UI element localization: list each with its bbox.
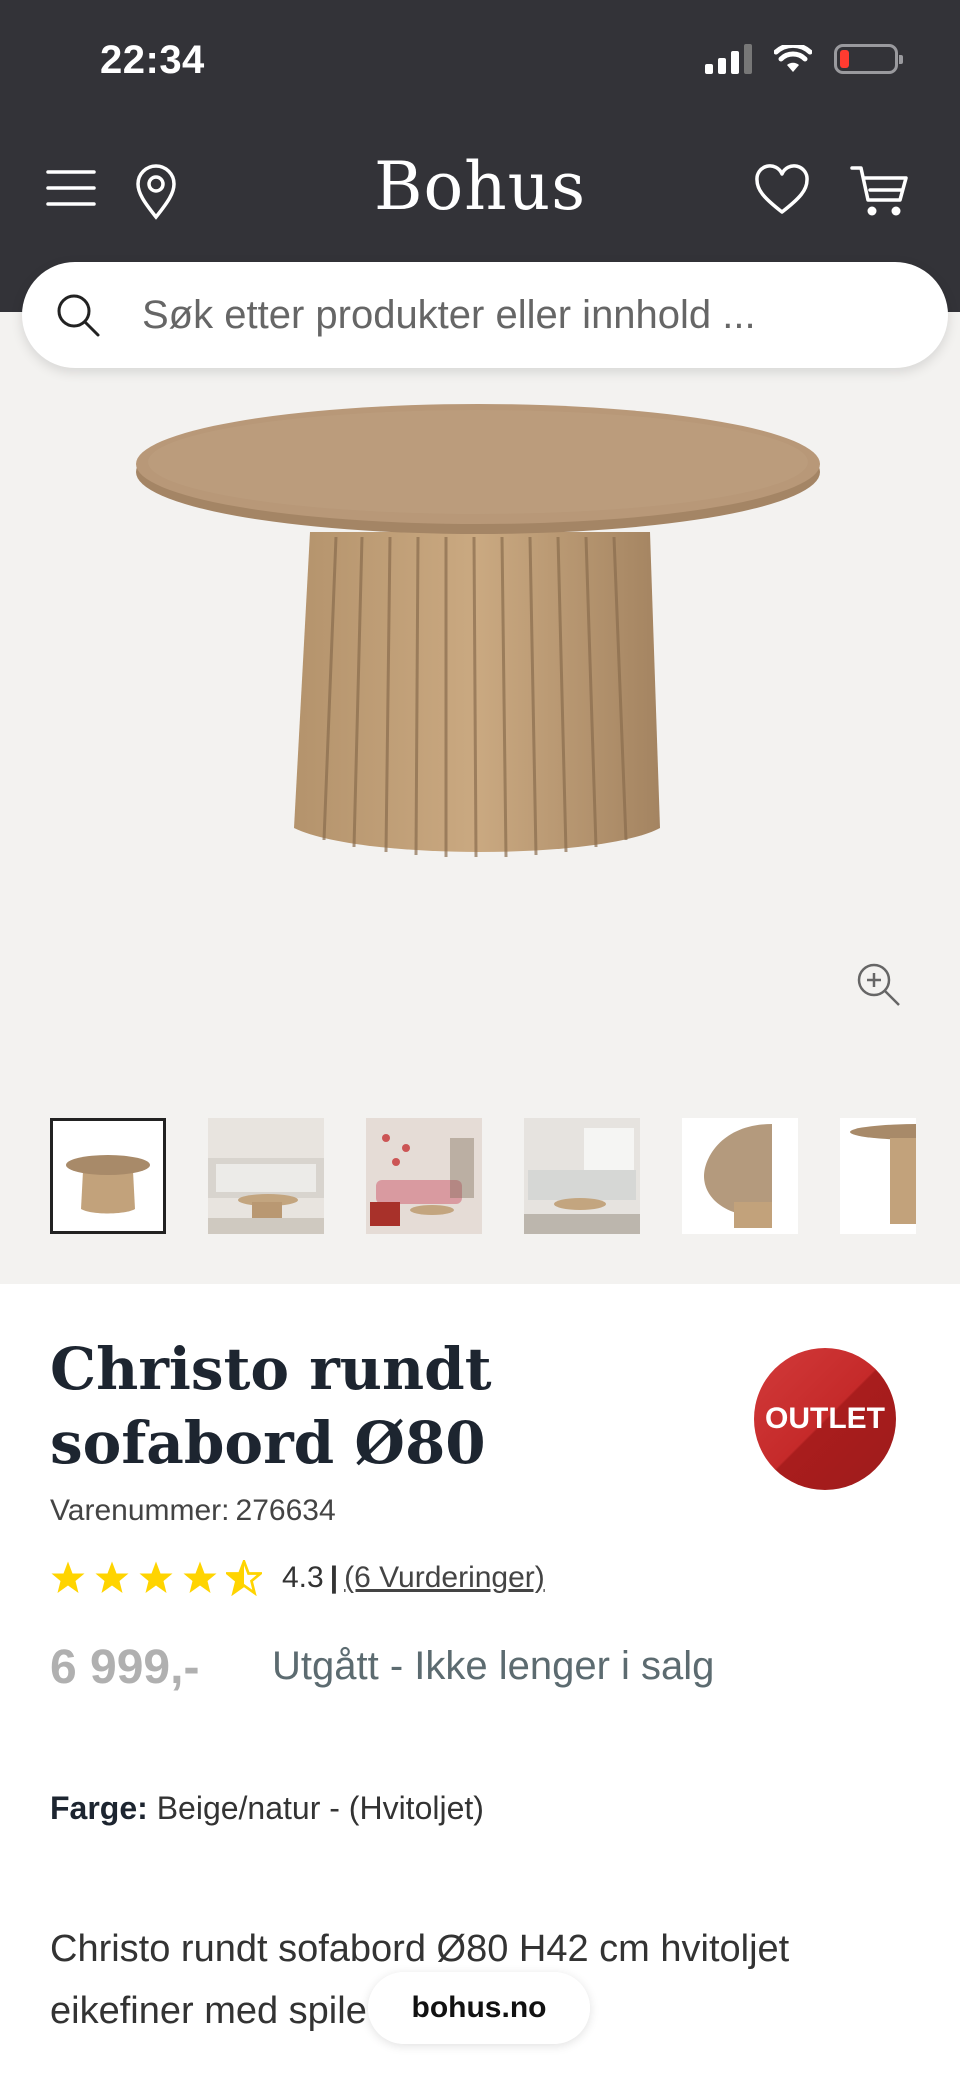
thumbnail[interactable]: [682, 1118, 798, 1234]
sku-number: 276634: [235, 1494, 336, 1527]
product-title: Christo rundt sofabord Ø80: [50, 1335, 492, 1477]
outlet-badge: OUTLET: [754, 1348, 896, 1490]
rating-value: 4.3: [282, 1561, 324, 1594]
star-icon: [183, 1561, 217, 1593]
thumbnail[interactable]: [208, 1118, 324, 1234]
rating-separator: |: [329, 1561, 339, 1594]
brand-logo[interactable]: Bohus: [0, 148, 960, 225]
search-bar[interactable]: Søk etter produkter eller innhold ...: [22, 262, 948, 368]
battery-icon: [834, 44, 903, 74]
browser-url-bar[interactable]: bohus.no: [368, 1972, 590, 2044]
search-input[interactable]: Søk etter produkter eller innhold ...: [142, 293, 756, 338]
sku-label: Varenummer:: [50, 1494, 230, 1527]
star-icon: [95, 1561, 129, 1593]
signal-icon: [705, 44, 752, 74]
zoom-in-icon[interactable]: [856, 962, 902, 1013]
thumbnail-strip: [50, 1118, 916, 1238]
thumbnail[interactable]: [366, 1118, 482, 1234]
star-icon: [51, 1561, 85, 1593]
color-value: Beige/natur - (Hvitoljet): [156, 1790, 484, 1826]
star-icon: [139, 1561, 173, 1593]
product-rating: 4.3 | (6 Vurderinger): [50, 1560, 545, 1596]
product-price: 6 999,-: [50, 1641, 200, 1694]
sku: Varenummer: 276634: [50, 1494, 336, 1528]
cart-icon[interactable]: [850, 164, 910, 220]
product-gallery: [0, 312, 960, 1284]
reviews-link[interactable]: (6 Vurderinger): [344, 1561, 545, 1595]
star-rating: [50, 1560, 262, 1596]
thumbnail[interactable]: [840, 1118, 916, 1234]
color-label: Farge:: [50, 1790, 148, 1826]
thumbnail[interactable]: [524, 1118, 640, 1234]
status-time: 22:34: [100, 38, 205, 82]
thumbnail[interactable]: [50, 1118, 166, 1234]
product-main-image[interactable]: [0, 312, 960, 932]
half-star-icon: [226, 1560, 262, 1596]
status-icons: [705, 44, 903, 74]
availability-status: Utgått - Ikke lenger i salg: [272, 1644, 715, 1688]
wifi-icon: [774, 45, 812, 72]
heart-icon[interactable]: [754, 164, 810, 216]
color-info: Farge: Beige/natur - (Hvitoljet): [50, 1790, 484, 1827]
search-icon: [57, 294, 100, 337]
